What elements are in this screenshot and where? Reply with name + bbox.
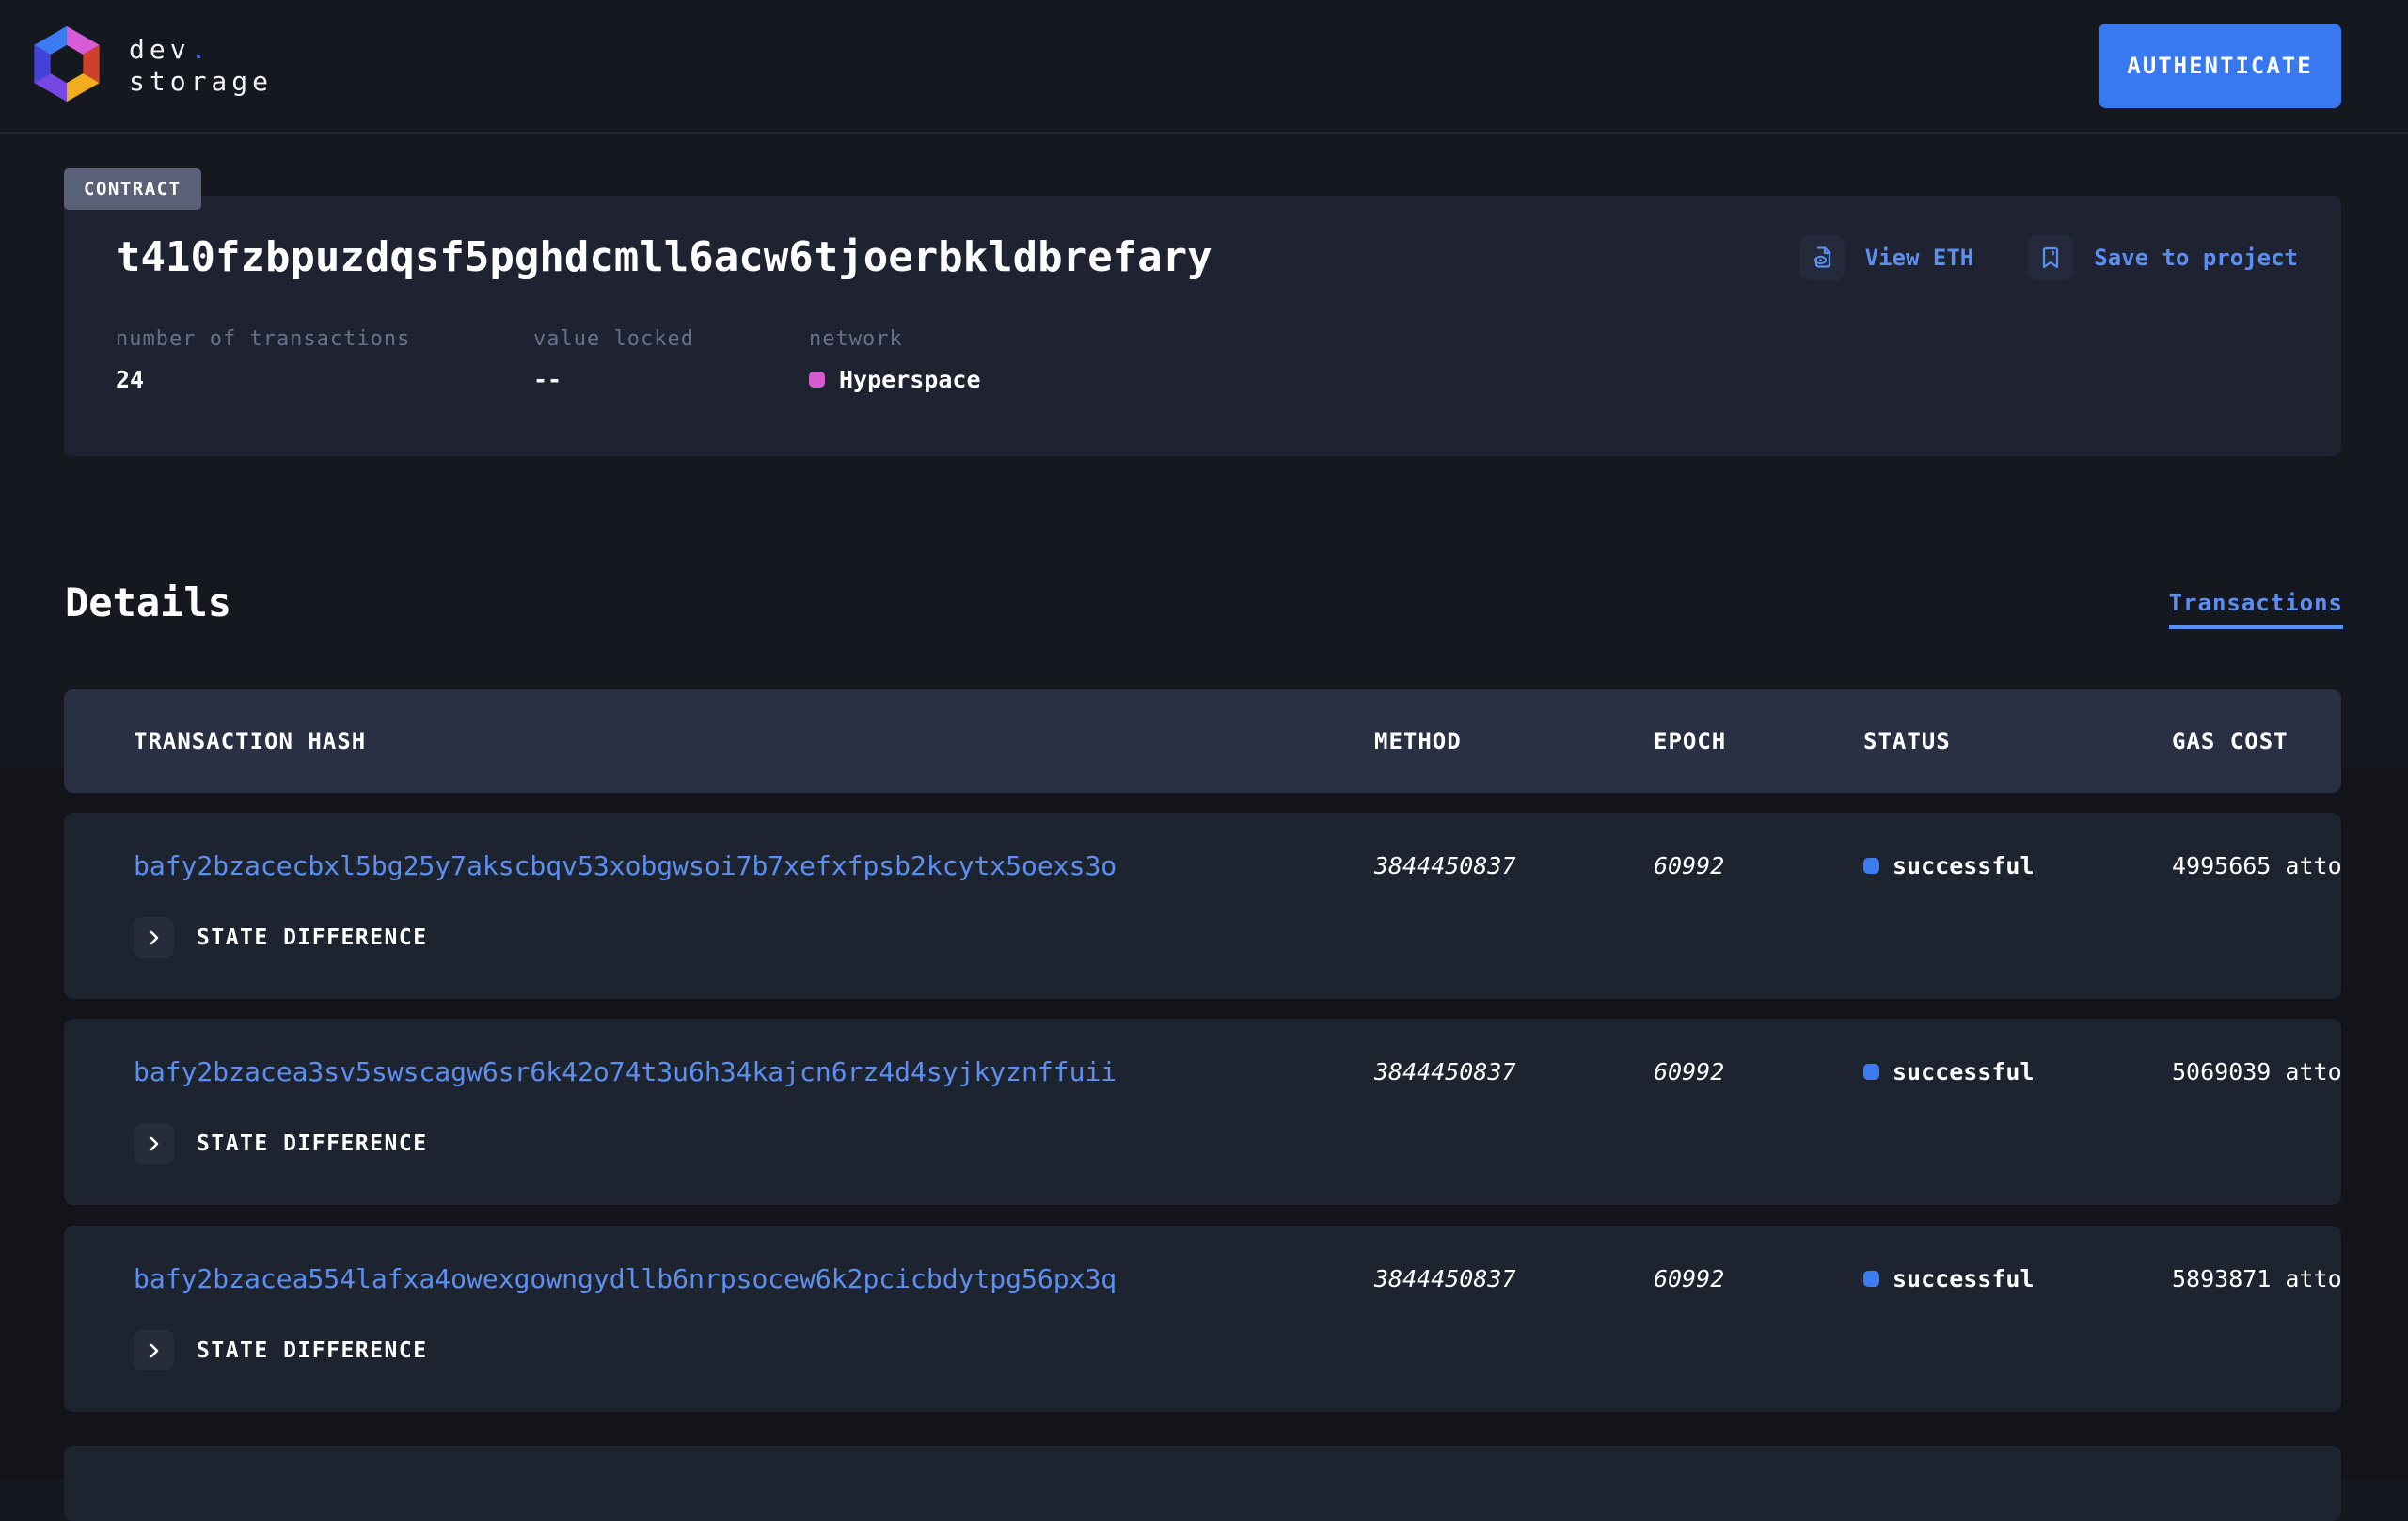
contract-address: t410fzbpuzdqsf5pghdcmll6acw6tjoerbkldbre…: [116, 233, 1212, 282]
stat-label: network: [809, 327, 981, 351]
table-row: bafy2bzacea3sv5swscagw6sr6k42o74t3u6h34k…: [64, 1019, 2341, 1205]
state-difference-label: STATE DIFFERENCE: [197, 926, 428, 950]
topbar: dev. storage AUTHENTICATE: [0, 0, 2408, 134]
state-difference-expander[interactable]: STATE DIFFERENCE: [134, 1330, 428, 1370]
file-eye-icon: [1799, 235, 1845, 280]
stat-value: Hyperspace: [809, 366, 981, 393]
brand-line1: dev: [129, 34, 191, 65]
column-gas-cost: GAS COST: [2172, 728, 2341, 754]
network-dot-icon: [809, 372, 825, 388]
gas-cost-cell: 5069039 atto: [2172, 1058, 2341, 1085]
stat-transactions: number of transactions 24: [116, 327, 533, 393]
epoch-cell: 60992: [1654, 1058, 1863, 1085]
epoch-cell: 60992: [1654, 852, 1863, 879]
transaction-hash-link[interactable]: bafy2bzacea554lafxa4owexgowngydllb6nrpso…: [134, 1263, 1374, 1294]
contract-card: CONTRACT t410fzbpuzdqsf5pghdcmll6acw6tjo…: [64, 196, 2341, 456]
transaction-hash-link[interactable]: bafy2bzacecbxl5bg25y7akscbqv53xobgwsoi7b…: [134, 850, 1374, 881]
network-name: Hyperspace: [839, 366, 981, 393]
brand-logo[interactable]: dev. storage: [24, 24, 273, 108]
epoch-cell: 60992: [1654, 1265, 1863, 1292]
value-locked: --: [533, 366, 562, 393]
hexagon-logo-icon: [24, 24, 110, 108]
state-difference-expander[interactable]: STATE DIFFERENCE: [134, 917, 428, 958]
contract-card-content: t410fzbpuzdqsf5pghdcmll6acw6tjoerbkldbre…: [64, 196, 2341, 393]
status-dot-icon: [1863, 858, 1879, 874]
contract-stats: number of transactions 24 value locked -…: [116, 327, 2298, 393]
chevron-right-icon[interactable]: [134, 1123, 174, 1164]
column-epoch: EPOCH: [1654, 728, 1863, 754]
brand-dot: .: [191, 34, 212, 65]
state-difference-label: STATE DIFFERENCE: [197, 1339, 428, 1363]
view-eth-label: View ETH: [1865, 245, 1974, 271]
status-cell: successful: [1863, 1058, 2172, 1085]
stat-value: --: [533, 366, 809, 393]
state-difference-label: STATE DIFFERENCE: [197, 1132, 428, 1156]
chevron-right-icon[interactable]: [134, 1330, 174, 1370]
brand-name: dev. storage: [129, 34, 273, 98]
stat-value-locked: value locked --: [533, 327, 809, 393]
table-row: bafy2bzacea554lafxa4owexgowngydllb6nrpso…: [64, 1226, 2341, 1412]
authenticate-button[interactable]: AUTHENTICATE: [2099, 24, 2341, 108]
save-to-project-action[interactable]: Save to project: [2028, 235, 2298, 280]
transactions-count: 24: [116, 366, 144, 393]
details-title: Details: [65, 579, 231, 626]
column-method: METHOD: [1374, 728, 1654, 754]
status-badge: successful: [1893, 1265, 2035, 1292]
method-cell: 3844450837: [1374, 852, 1654, 879]
view-eth-action[interactable]: View ETH: [1799, 235, 1974, 280]
transaction-hash-link[interactable]: bafy2bzacea3sv5swscagw6sr6k42o74t3u6h34k…: [134, 1056, 1374, 1087]
contract-actions: View ETH Save to project: [1799, 235, 2298, 280]
table-row-partial: [64, 1446, 2341, 1521]
method-cell: 3844450837: [1374, 1265, 1654, 1292]
chevron-right-icon[interactable]: [134, 917, 174, 958]
table-row: bafy2bzacecbxl5bg25y7akscbqv53xobgwsoi7b…: [64, 813, 2341, 999]
status-badge: successful: [1893, 852, 2035, 879]
save-to-project-label: Save to project: [2094, 245, 2298, 271]
status-cell: successful: [1863, 852, 2172, 879]
state-difference-expander[interactable]: STATE DIFFERENCE: [134, 1123, 428, 1164]
contract-badge: CONTRACT: [64, 168, 201, 210]
stat-value: 24: [116, 366, 533, 393]
table-header: TRANSACTION HASH METHOD EPOCH STATUS GAS…: [64, 689, 2341, 793]
gas-cost-cell: 4995665 atto: [2172, 852, 2341, 879]
bookmark-icon: [2028, 235, 2073, 280]
method-cell: 3844450837: [1374, 1058, 1654, 1085]
stat-label: number of transactions: [116, 327, 533, 351]
status-dot-icon: [1863, 1064, 1879, 1080]
status-cell: successful: [1863, 1265, 2172, 1292]
brand-line2: storage: [129, 66, 273, 98]
status-badge: successful: [1893, 1058, 2035, 1085]
column-status: STATUS: [1863, 728, 2172, 754]
status-dot-icon: [1863, 1271, 1879, 1287]
gas-cost-cell: 5893871 atto: [2172, 1265, 2341, 1292]
column-transaction-hash: TRANSACTION HASH: [134, 728, 1374, 754]
stat-label: value locked: [533, 327, 809, 351]
stat-network: network Hyperspace: [809, 327, 981, 393]
tab-transactions[interactable]: Transactions: [2169, 590, 2343, 629]
